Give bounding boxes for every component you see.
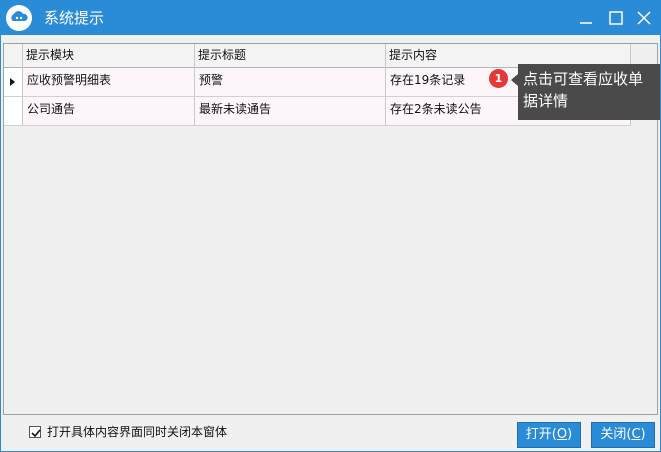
window-title: 系统提示 bbox=[44, 9, 105, 27]
close-button-paren: ) bbox=[640, 427, 646, 442]
cloud-app-logo-icon bbox=[6, 5, 32, 31]
close-button[interactable]: 关闭(C) bbox=[591, 422, 655, 448]
open-button-paren: ) bbox=[567, 427, 573, 442]
system-prompt-dialog: 系统提示 提示模块 提示标题 提示内容 应收预警明细表 预警 存在19条记录 公… bbox=[0, 0, 661, 452]
row-header-corner bbox=[4, 44, 23, 68]
open-button-label: 打开( bbox=[525, 427, 557, 442]
minimize-icon bbox=[580, 22, 592, 24]
current-row-pointer-icon bbox=[10, 78, 15, 86]
cell-title[interactable]: 最新未读通告 bbox=[195, 97, 386, 125]
tooltip-text-line1: 点击可查看应收单 bbox=[523, 70, 644, 88]
help-tooltip: 点击可查看应收单 据详情 bbox=[518, 64, 660, 120]
column-header-title[interactable]: 提示标题 bbox=[195, 44, 386, 68]
cell-title[interactable]: 预警 bbox=[195, 68, 386, 96]
minimize-button[interactable] bbox=[573, 5, 599, 31]
cell-module[interactable]: 公司通告 bbox=[23, 97, 195, 125]
tooltip-text-line2: 据详情 bbox=[523, 92, 569, 110]
close-window-button[interactable] bbox=[631, 5, 657, 31]
close-button-shortcut: C bbox=[631, 427, 641, 442]
row-selector[interactable] bbox=[4, 97, 23, 125]
close-on-open-checkbox[interactable] bbox=[29, 426, 41, 438]
maximize-button[interactable] bbox=[603, 5, 629, 31]
close-button-label: 关闭( bbox=[600, 427, 632, 442]
row-selector[interactable] bbox=[4, 68, 23, 96]
tooltip-arrow bbox=[511, 74, 518, 86]
open-button[interactable]: 打开(O) bbox=[517, 422, 581, 448]
maximize-icon bbox=[609, 11, 623, 25]
checkmark-icon bbox=[31, 429, 41, 438]
title-bar[interactable]: 系统提示 bbox=[1, 1, 660, 35]
open-button-shortcut: O bbox=[556, 427, 568, 442]
close-on-open-label[interactable]: 打开具体内容界面同时关闭本窗体 bbox=[47, 424, 227, 440]
tooltip-step-badge: 1 bbox=[489, 69, 508, 88]
close-icon bbox=[637, 11, 651, 25]
column-header-module[interactable]: 提示模块 bbox=[23, 44, 195, 68]
cell-module[interactable]: 应收预警明细表 bbox=[23, 68, 195, 96]
